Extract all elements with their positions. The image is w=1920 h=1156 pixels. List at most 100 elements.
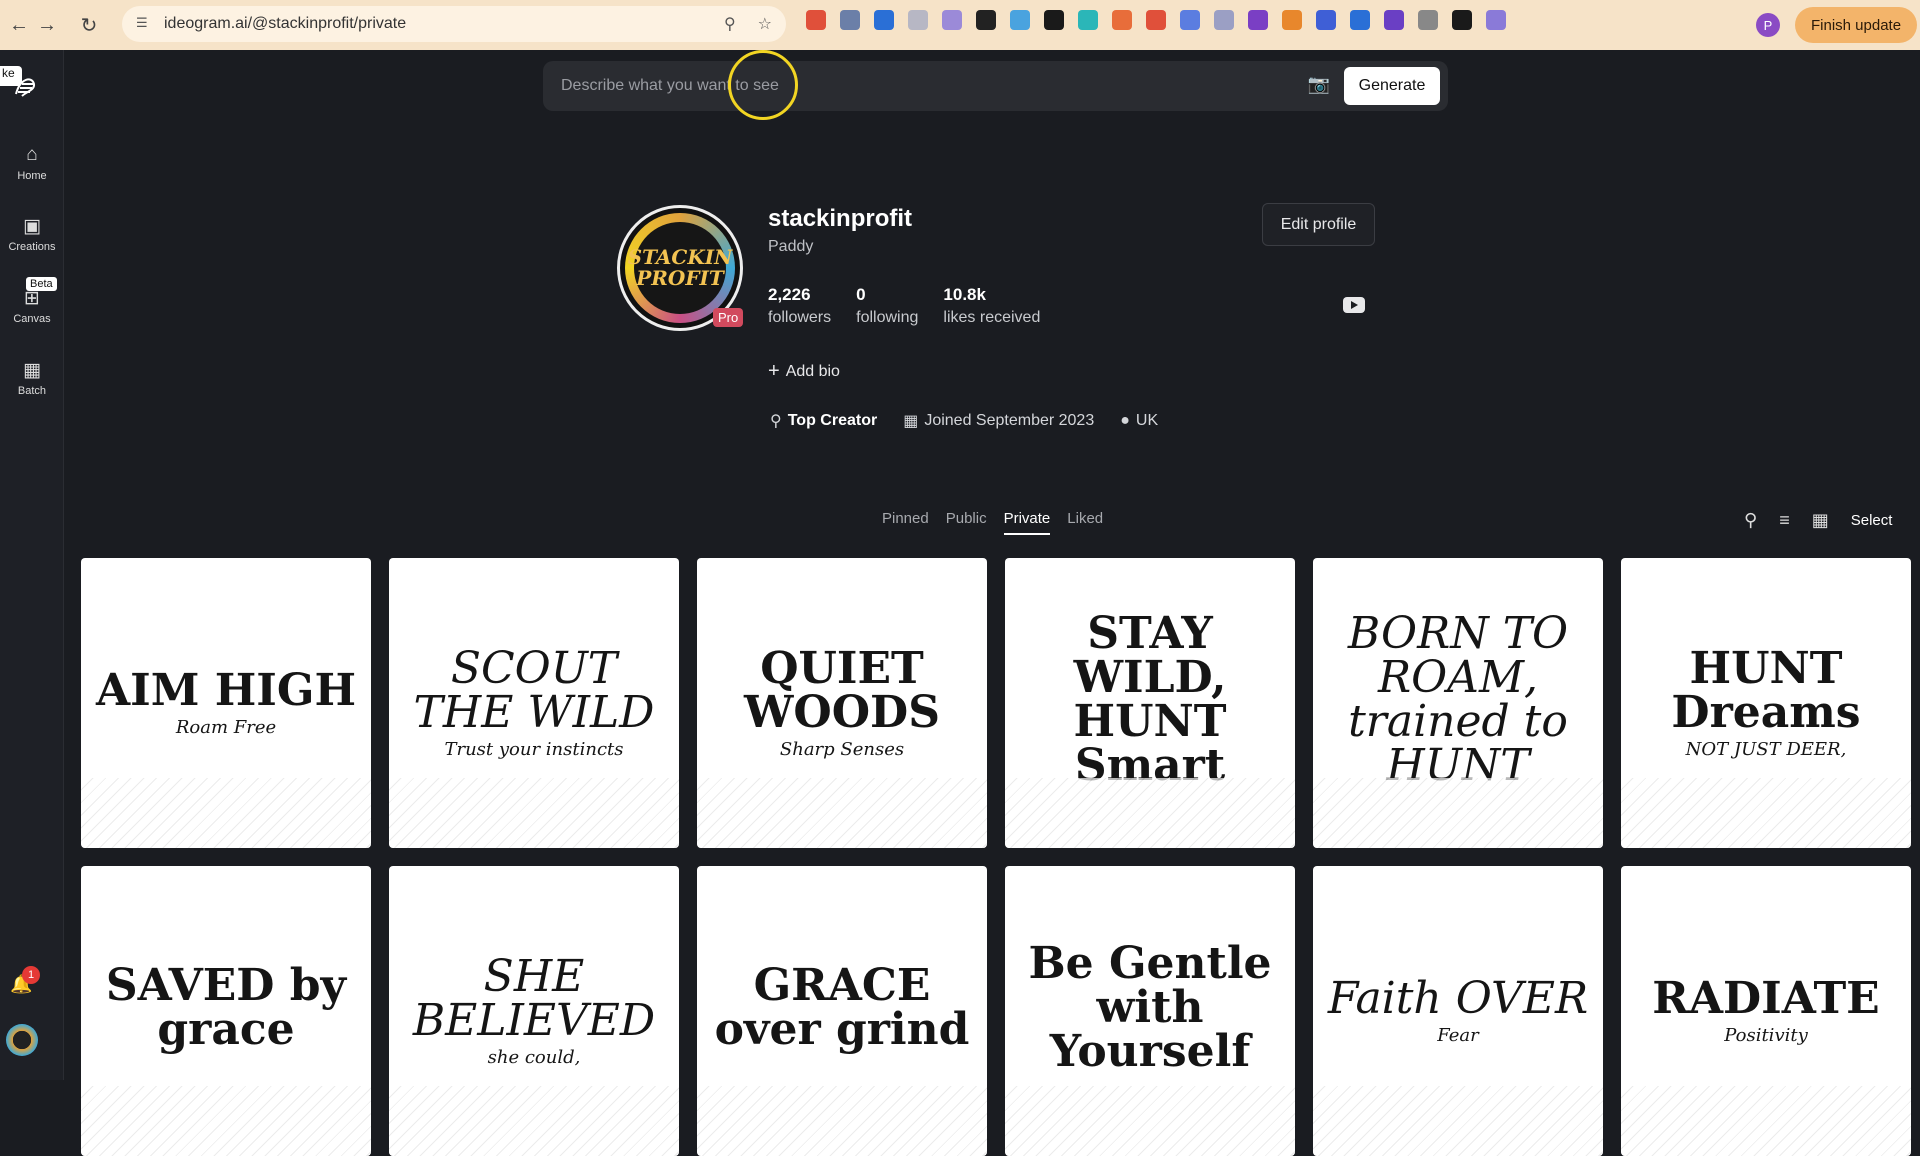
edit-profile-button[interactable]: Edit profile bbox=[1262, 203, 1375, 246]
grid-view-icon[interactable]: ▦ bbox=[1812, 510, 1829, 531]
forward-icon[interactable]: → bbox=[28, 6, 66, 44]
gallery-image-card[interactable]: QUIET WOODS Sharp Senses bbox=[697, 558, 987, 848]
tab-liked[interactable]: Liked bbox=[1067, 510, 1103, 535]
location: ● UK bbox=[1120, 411, 1158, 431]
sidebar-item-creations[interactable]: ▣ Creations bbox=[0, 213, 64, 254]
card-title: AIM HIGH bbox=[95, 665, 357, 716]
stat-value: 0 bbox=[856, 285, 866, 304]
sidebar-item-canvas[interactable]: ⊞ Beta Canvas bbox=[0, 277, 64, 325]
eye-icon[interactable] bbox=[1248, 10, 1268, 30]
profile-stats: 2,226 followers 0 following 10.8k likes … bbox=[768, 285, 1040, 327]
grid-icon[interactable] bbox=[1418, 10, 1438, 30]
card-artwork-text: AIM HIGH Roam Free bbox=[84, 657, 368, 749]
line-art-illustration bbox=[1313, 778, 1603, 848]
frame-icon[interactable] bbox=[1010, 10, 1030, 30]
fb-icon[interactable] bbox=[840, 10, 860, 30]
sidebar-item-home[interactable]: ⌂ Home bbox=[0, 142, 64, 182]
brush-icon[interactable] bbox=[1146, 10, 1166, 30]
card-title: STAY WILD, HUNT Smart bbox=[1073, 608, 1227, 791]
finish-update-button[interactable]: Finish update bbox=[1795, 7, 1918, 43]
card-title: Faith OVER bbox=[1327, 973, 1589, 1024]
zoom-icon[interactable]: ⚲ bbox=[724, 14, 736, 34]
play-icon[interactable] bbox=[1044, 10, 1064, 30]
card-subtitle: Positivity bbox=[1724, 1025, 1808, 1046]
site-settings-icon[interactable]: ☰ bbox=[136, 15, 154, 33]
red-stack-icon[interactable] bbox=[806, 10, 826, 30]
gallery-image-card[interactable]: Be Gentle with Yourself bbox=[1005, 866, 1295, 1156]
gallery-image-card[interactable]: Faith OVER Fear bbox=[1313, 866, 1603, 1156]
joined-label: Joined September 2023 bbox=[924, 412, 1095, 429]
add-bio-label: Add bio bbox=[785, 362, 840, 380]
gallery-image-card[interactable]: BORN TO ROAM, trained to HUNT bbox=[1313, 558, 1603, 848]
ideogram-logo-icon[interactable] bbox=[12, 72, 48, 108]
color-wheel-icon[interactable] bbox=[1112, 10, 1132, 30]
badge-label: Top Creator bbox=[787, 412, 878, 429]
card-artwork-text: Be Gentle with Yourself bbox=[1005, 930, 1295, 1092]
line-art-illustration bbox=[389, 1086, 679, 1156]
card-artwork-text: QUIET WOODS Sharp Senses bbox=[697, 635, 987, 771]
user-avatar[interactable] bbox=[6, 1024, 38, 1056]
stat-label: followers bbox=[768, 309, 832, 326]
line-art-illustration bbox=[697, 1086, 987, 1156]
gallery-image-card[interactable]: SCOUT THE WILD Trust your instincts bbox=[389, 558, 679, 848]
add-bio-button[interactable]: + Add bio bbox=[768, 360, 840, 383]
gallery-image-card[interactable]: HUNT Dreams NOT JUST DEER, bbox=[1621, 558, 1911, 848]
card-subtitle: Fear bbox=[1437, 1025, 1479, 1046]
sidebar-item-label: Creations bbox=[8, 241, 56, 253]
address-bar[interactable]: ☰ ideogram.ai/@stackinprofit/private ⚲ ☆ bbox=[122, 6, 786, 42]
reload-icon[interactable]: ↻ bbox=[70, 6, 108, 44]
blue-circle-icon[interactable] bbox=[874, 10, 894, 30]
card-title: RADIATE bbox=[1652, 973, 1880, 1024]
stat-likes: 10.8k likes received bbox=[943, 285, 1040, 327]
card-title: BORN TO ROAM, trained to HUNT bbox=[1347, 608, 1569, 791]
pen-icon[interactable] bbox=[942, 10, 962, 30]
camera-icon[interactable]: 📷 bbox=[1308, 74, 1330, 95]
tab-pinned[interactable]: Pinned bbox=[882, 510, 929, 535]
profile-display-name: Paddy bbox=[768, 238, 814, 255]
t-circle-icon[interactable] bbox=[1384, 10, 1404, 30]
pen-black-icon[interactable] bbox=[976, 10, 996, 30]
card-title: Be Gentle with Yourself bbox=[1028, 938, 1272, 1077]
url-text[interactable]: ideogram.ai/@stackinprofit/private bbox=[164, 15, 406, 33]
tab-public[interactable]: Public bbox=[946, 510, 987, 535]
pro-badge: Pro bbox=[713, 308, 744, 327]
line-art-illustration bbox=[389, 778, 679, 848]
layers-icon[interactable] bbox=[1316, 10, 1336, 30]
stat-following[interactable]: 0 following bbox=[856, 285, 918, 327]
browser-profile-avatar[interactable]: P bbox=[1756, 13, 1780, 37]
gallery-image-card[interactable]: STAY WILD, HUNT Smart bbox=[1005, 558, 1295, 848]
gallery-tools: ⚲ ≡ ▦ Select bbox=[1744, 510, 1892, 531]
gallery-image-card[interactable]: RADIATE Positivity bbox=[1621, 866, 1911, 1156]
m-circle-icon[interactable] bbox=[1078, 10, 1098, 30]
stat-value: 10.8k bbox=[943, 285, 986, 304]
sidebar-item-batch[interactable]: ▦ Batch bbox=[0, 357, 64, 398]
code-icon[interactable] bbox=[1214, 10, 1234, 30]
gallery-image-card[interactable]: GRACE over grind bbox=[697, 866, 987, 1156]
stat-followers[interactable]: 2,226 followers bbox=[768, 285, 831, 327]
k-icon[interactable] bbox=[908, 10, 928, 30]
select-button[interactable]: Select bbox=[1851, 512, 1893, 529]
calendar-icon: ▦ bbox=[903, 413, 919, 430]
beta-badge: Beta bbox=[26, 277, 57, 291]
app-sidebar: ke ⌂ Home ▣ Creations ⊞ Beta Canvas ▦ Ba… bbox=[0, 50, 64, 1080]
link-icon[interactable] bbox=[1180, 10, 1200, 30]
tab-private[interactable]: Private bbox=[1003, 510, 1051, 535]
bookmark-star-icon[interactable]: ☆ bbox=[758, 14, 772, 34]
m-bold-icon[interactable] bbox=[1452, 10, 1472, 30]
search-icon[interactable]: ⚲ bbox=[1744, 510, 1757, 531]
bolt-icon[interactable] bbox=[1350, 10, 1370, 30]
card-title: QUIET WOODS bbox=[743, 643, 940, 738]
swirl-icon[interactable] bbox=[1486, 10, 1506, 30]
prompt-input[interactable]: Describe what you want to see 📷 Generate bbox=[543, 61, 1448, 111]
card-title: SAVED by grace bbox=[105, 960, 347, 1055]
youtube-icon[interactable] bbox=[1343, 297, 1365, 313]
fox-icon[interactable] bbox=[1282, 10, 1302, 30]
filter-icon[interactable]: ≡ bbox=[1779, 510, 1790, 531]
line-art-illustration bbox=[1005, 778, 1295, 848]
gallery-image-card[interactable]: AIM HIGH Roam Free bbox=[81, 558, 371, 848]
gallery-image-card[interactable]: SAVED by grace bbox=[81, 866, 371, 1156]
card-artwork-text: RADIATE Positivity bbox=[1640, 965, 1891, 1057]
gallery-image-card[interactable]: SHE BELIEVED she could, bbox=[389, 866, 679, 1156]
generate-button[interactable]: Generate bbox=[1344, 67, 1440, 105]
location-label: UK bbox=[1135, 412, 1159, 429]
